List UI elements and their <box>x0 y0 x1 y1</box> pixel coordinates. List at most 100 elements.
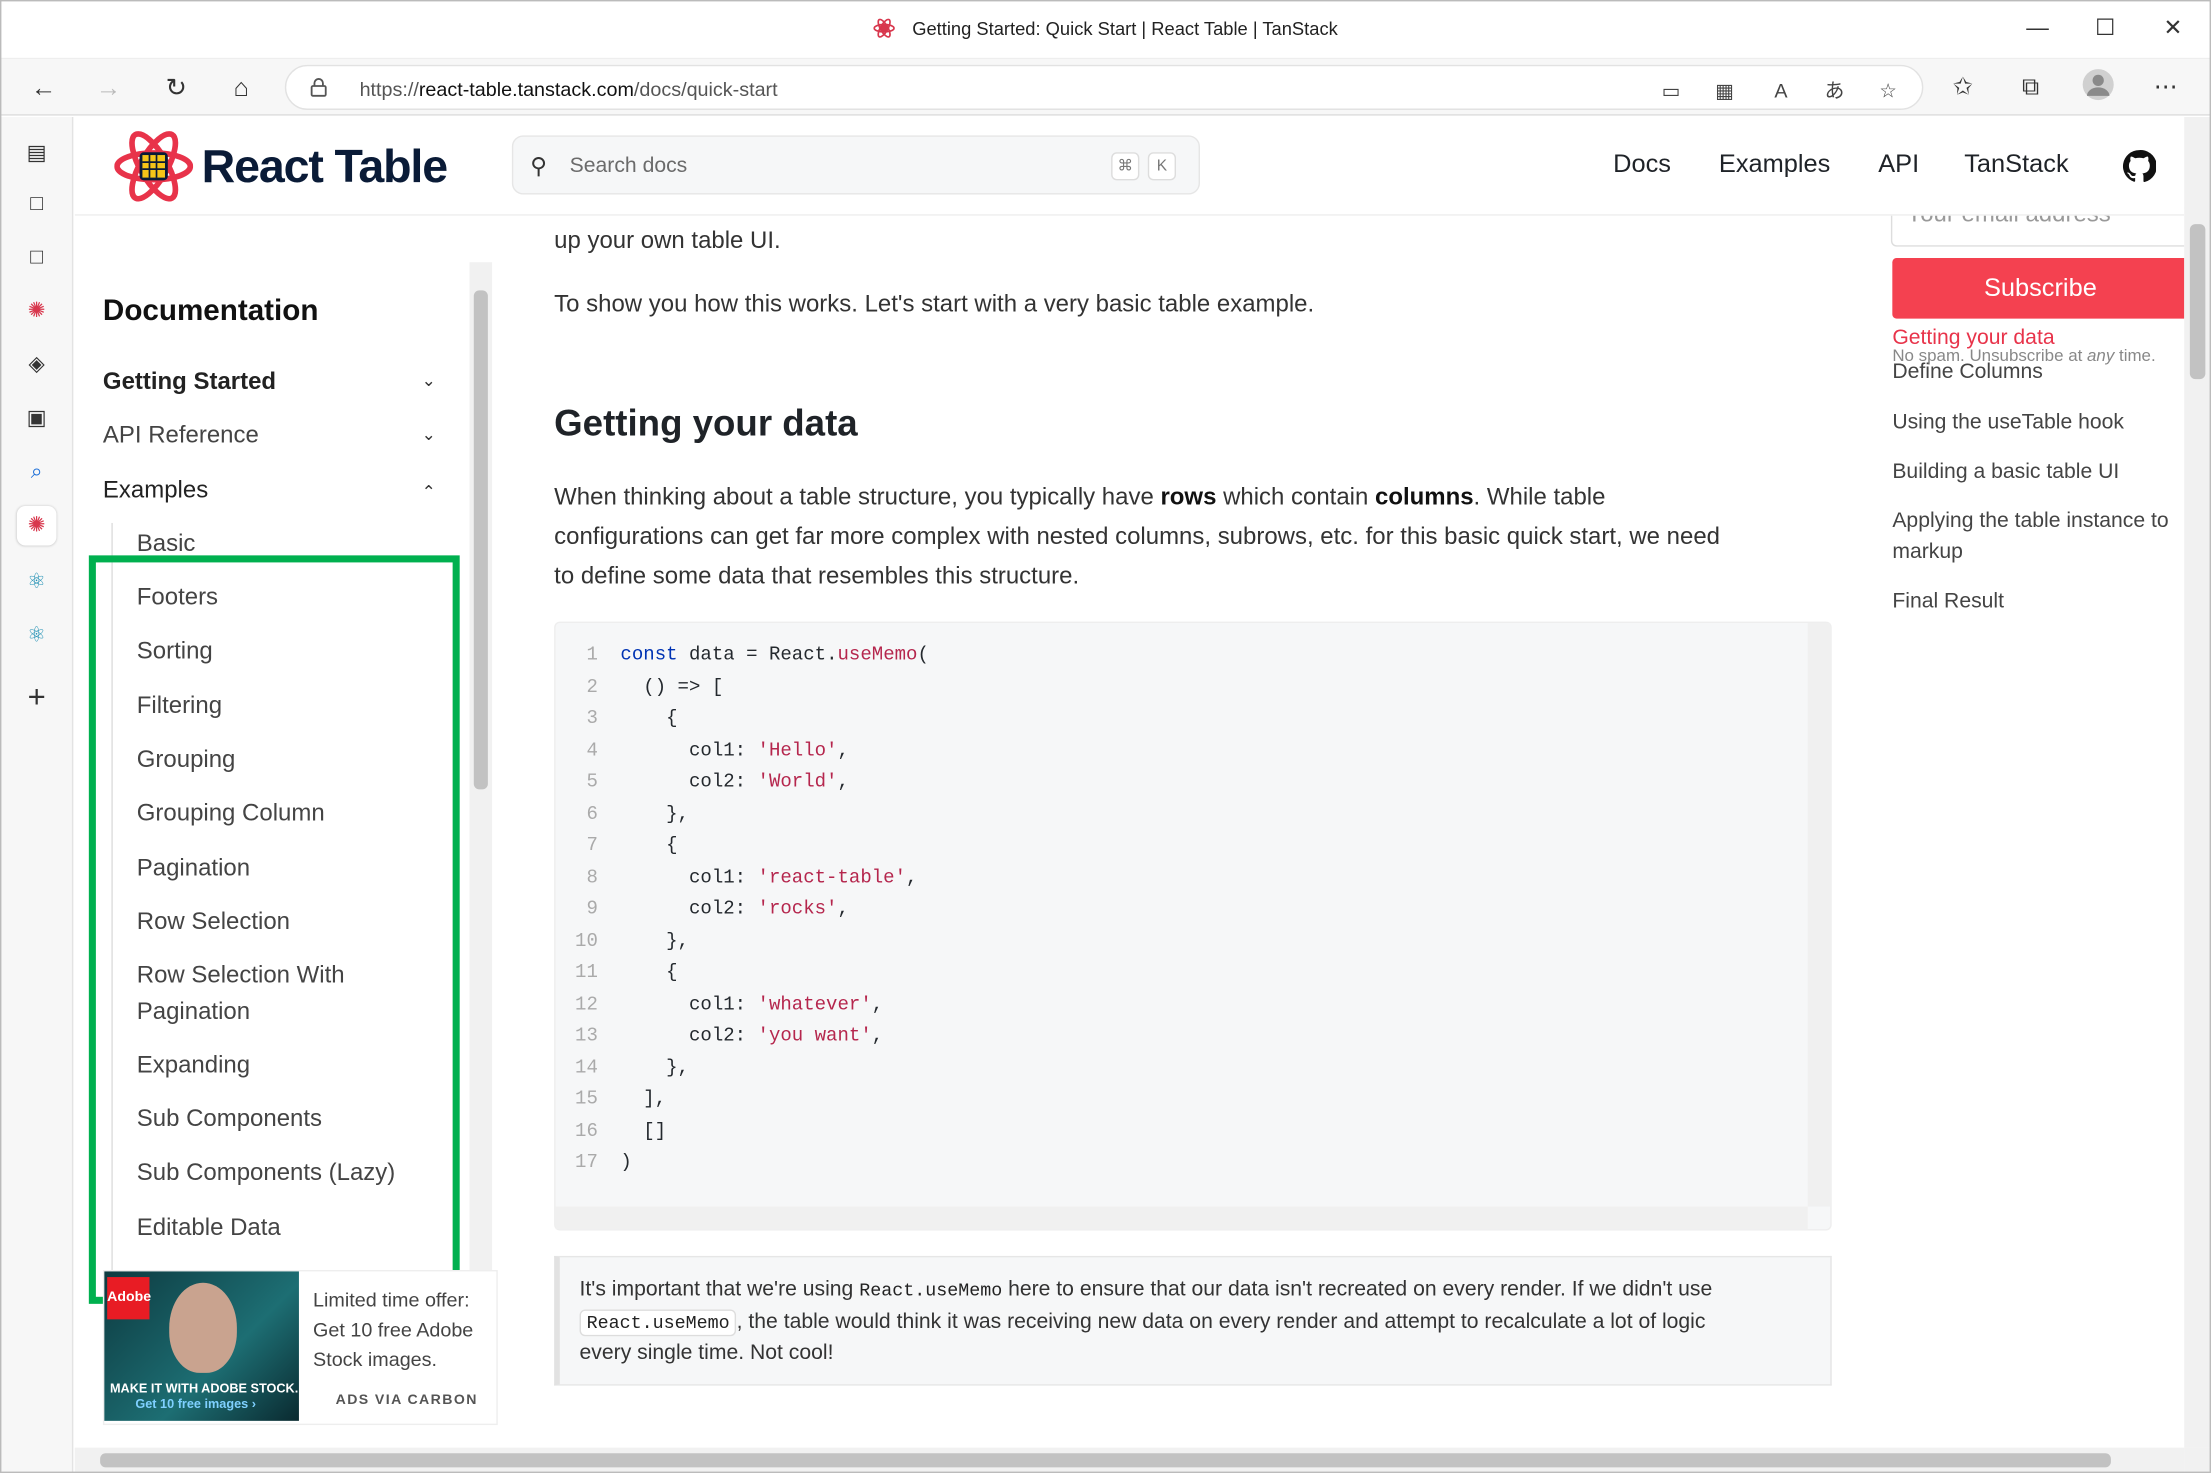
url-text: https://react-table.tanstack.com/docs/qu… <box>360 78 778 101</box>
toc-item-final-result[interactable]: Final Result <box>1892 586 2184 617</box>
code-block[interactable]: 1 const data = React.useMemo( 2 () => [ 3… <box>554 621 1832 1231</box>
nav-examples[interactable]: Examples <box>1719 149 1830 179</box>
page-scrollbar-thumb[interactable] <box>2189 224 2206 380</box>
chevron-down-icon[interactable]: ⌄ <box>422 424 442 444</box>
home-button[interactable]: ⌂ <box>220 68 262 107</box>
text-span: . While table <box>1473 483 1606 511</box>
page-vertical-scrollbar[interactable] <box>2184 116 2211 1448</box>
favorite-add-icon[interactable]: ☆ <box>1871 75 1905 106</box>
sidebar-section-examples[interactable]: Examples <box>103 476 208 504</box>
minimize-button[interactable]: — <box>2016 11 2058 48</box>
code-vertical-scrollbar[interactable] <box>1807 623 1831 1207</box>
toc-item-usetable-hook[interactable]: Using the useTable hook <box>1892 407 2184 438</box>
search-input[interactable]: ⚲ Search docs ⌘ K <box>511 135 1200 195</box>
sidebar-section-api-reference[interactable]: API Reference <box>103 421 259 449</box>
github-icon[interactable] <box>2122 149 2157 183</box>
favorites-icon[interactable]: ✩ <box>1943 68 1982 107</box>
workspace-icon[interactable]: □ <box>17 185 56 224</box>
ad-image[interactable]: Adobe MAKE IT WITH ADOBE STOCK. Get 10 f… <box>104 1271 299 1421</box>
search-tab-icon[interactable]: ⌕ <box>17 452 56 491</box>
tab-icon[interactable]: □ <box>17 238 56 277</box>
lock-icon <box>310 78 327 97</box>
address-bar[interactable]: https://react-table.tanstack.com/docs/qu… <box>284 64 1924 110</box>
window-title: Getting Started: Quick Start | React Tab… <box>912 18 1338 40</box>
chevron-down-icon[interactable]: ⌄ <box>422 371 442 391</box>
page-horizontal-scrollbar[interactable] <box>74 1447 2185 1473</box>
kbd-command: ⌘ <box>1111 152 1140 181</box>
page-hscrollbar-thumb[interactable] <box>100 1453 2111 1468</box>
code-text: }, <box>620 1057 689 1080</box>
code-string: 'World' <box>757 772 838 794</box>
back-button[interactable]: ← <box>23 68 65 107</box>
carbon-ad[interactable]: Adobe MAKE IT WITH ADOBE STOCK. Get 10 f… <box>102 1270 498 1426</box>
collections-icon[interactable]: ⧉ <box>2011 68 2050 107</box>
maximize-button[interactable]: ☐ <box>2084 11 2126 48</box>
avatar-icon <box>2082 69 2114 101</box>
toc-item-applying-instance[interactable]: Applying the table instance to markup <box>1892 506 2184 568</box>
text-span: , the table would think it was receiving… <box>736 1308 1706 1333</box>
logo-text: React Table <box>201 139 448 192</box>
read-aloud-icon[interactable]: A <box>1764 75 1798 106</box>
toc-item-basic-table-ui[interactable]: Building a basic table UI <box>1892 457 2184 488</box>
code-line: 13 col2: 'you want', <box>556 1026 1797 1057</box>
code-text: { <box>620 709 678 731</box>
code-line: 2 () => [ <box>556 677 1797 708</box>
inline-code-pill: React.useMemo <box>579 1308 737 1336</box>
forward-button[interactable]: → <box>87 68 129 107</box>
code-text: col2: 'you want', <box>620 1026 883 1047</box>
react-tab-icon-3[interactable]: ⚛ <box>17 616 56 655</box>
ad-text-line3: Stock images. <box>313 1347 438 1371</box>
site-header: React Table ⚲ Search docs ⌘ K Docs Examp… <box>74 116 2185 216</box>
code-horizontal-scrollbar[interactable] <box>555 1206 1808 1230</box>
add-tab-icon[interactable]: + <box>17 678 56 717</box>
code-text: { <box>620 835 678 858</box>
ad-text[interactable]: Limited time offer: Get 10 free Adobe St… <box>313 1286 493 1375</box>
react-favicon-icon <box>873 18 896 38</box>
chevron-up-icon[interactable]: ⌃ <box>422 482 442 502</box>
code-line: 8 col1: 'react-table', <box>556 868 1797 899</box>
subscribe-button[interactable]: Subscribe <box>1892 257 2185 319</box>
ad-portrait <box>169 1282 237 1373</box>
react-tab-icon-2[interactable]: ⚛ <box>17 562 56 601</box>
sidebar-scrollbar[interactable] <box>469 262 493 1376</box>
data-paragraph-line1: When thinking about a table structure, y… <box>554 478 1823 517</box>
code-text: () => [ <box>620 677 724 699</box>
apps-icon[interactable]: ▦ <box>1708 75 1742 106</box>
tab-actions-icon[interactable]: ▤ <box>17 134 56 173</box>
profile-avatar[interactable] <box>2078 68 2117 107</box>
line-number: 4 <box>586 740 598 762</box>
data-paragraph-line2: configurations can get far more complex … <box>554 522 1720 550</box>
device-icon[interactable]: ▭ <box>1654 75 1688 106</box>
code-token: col2: <box>620 899 758 921</box>
nav-tanstack[interactable]: TanStack <box>1964 149 2068 179</box>
sidebar-scrollbar-thumb[interactable] <box>473 290 488 790</box>
sidebar-section-getting-started[interactable]: Getting Started <box>103 368 276 396</box>
search-icon: ⚲ <box>530 155 547 180</box>
note-line1: It's important that we're using React.us… <box>580 1274 1811 1306</box>
code-line: 10 }, <box>556 931 1797 962</box>
line-number: 2 <box>586 677 598 699</box>
code-token: col1: <box>620 867 758 889</box>
close-button[interactable]: ✕ <box>2152 11 2194 48</box>
line-number: 12 <box>575 994 598 1016</box>
calendar-icon[interactable]: ▣ <box>17 399 56 438</box>
react-table-tab-icon[interactable]: ✺ <box>16 506 57 546</box>
toc-item-define-columns[interactable]: Define Columns <box>1892 357 2184 388</box>
react-table-logo[interactable]: React Table <box>114 131 481 202</box>
data-paragraph: When thinking about a table structure, y… <box>554 478 1823 596</box>
codepen-icon[interactable]: ◈ <box>17 345 56 384</box>
nav-docs[interactable]: Docs <box>1613 149 1671 179</box>
react-tab-icon[interactable]: ✺ <box>17 292 56 331</box>
code-token: , <box>871 1026 884 1048</box>
translate-icon[interactable]: あ <box>1818 75 1852 106</box>
code-text: col2: 'World', <box>620 772 849 794</box>
line-number: 9 <box>586 899 598 921</box>
ads-via-carbon-link[interactable]: ADS VIA CARBON <box>336 1393 478 1409</box>
settings-menu-button[interactable]: ⋯ <box>2146 68 2185 107</box>
nav-api[interactable]: API <box>1878 149 1919 179</box>
window-title-wrap: Getting Started: Quick Start | React Tab… <box>0 17 2211 40</box>
code-token: , <box>837 740 849 762</box>
code-line: 16 [] <box>556 1121 1797 1152</box>
code-token: col2: <box>620 1026 758 1048</box>
refresh-button[interactable]: ↻ <box>155 68 197 107</box>
